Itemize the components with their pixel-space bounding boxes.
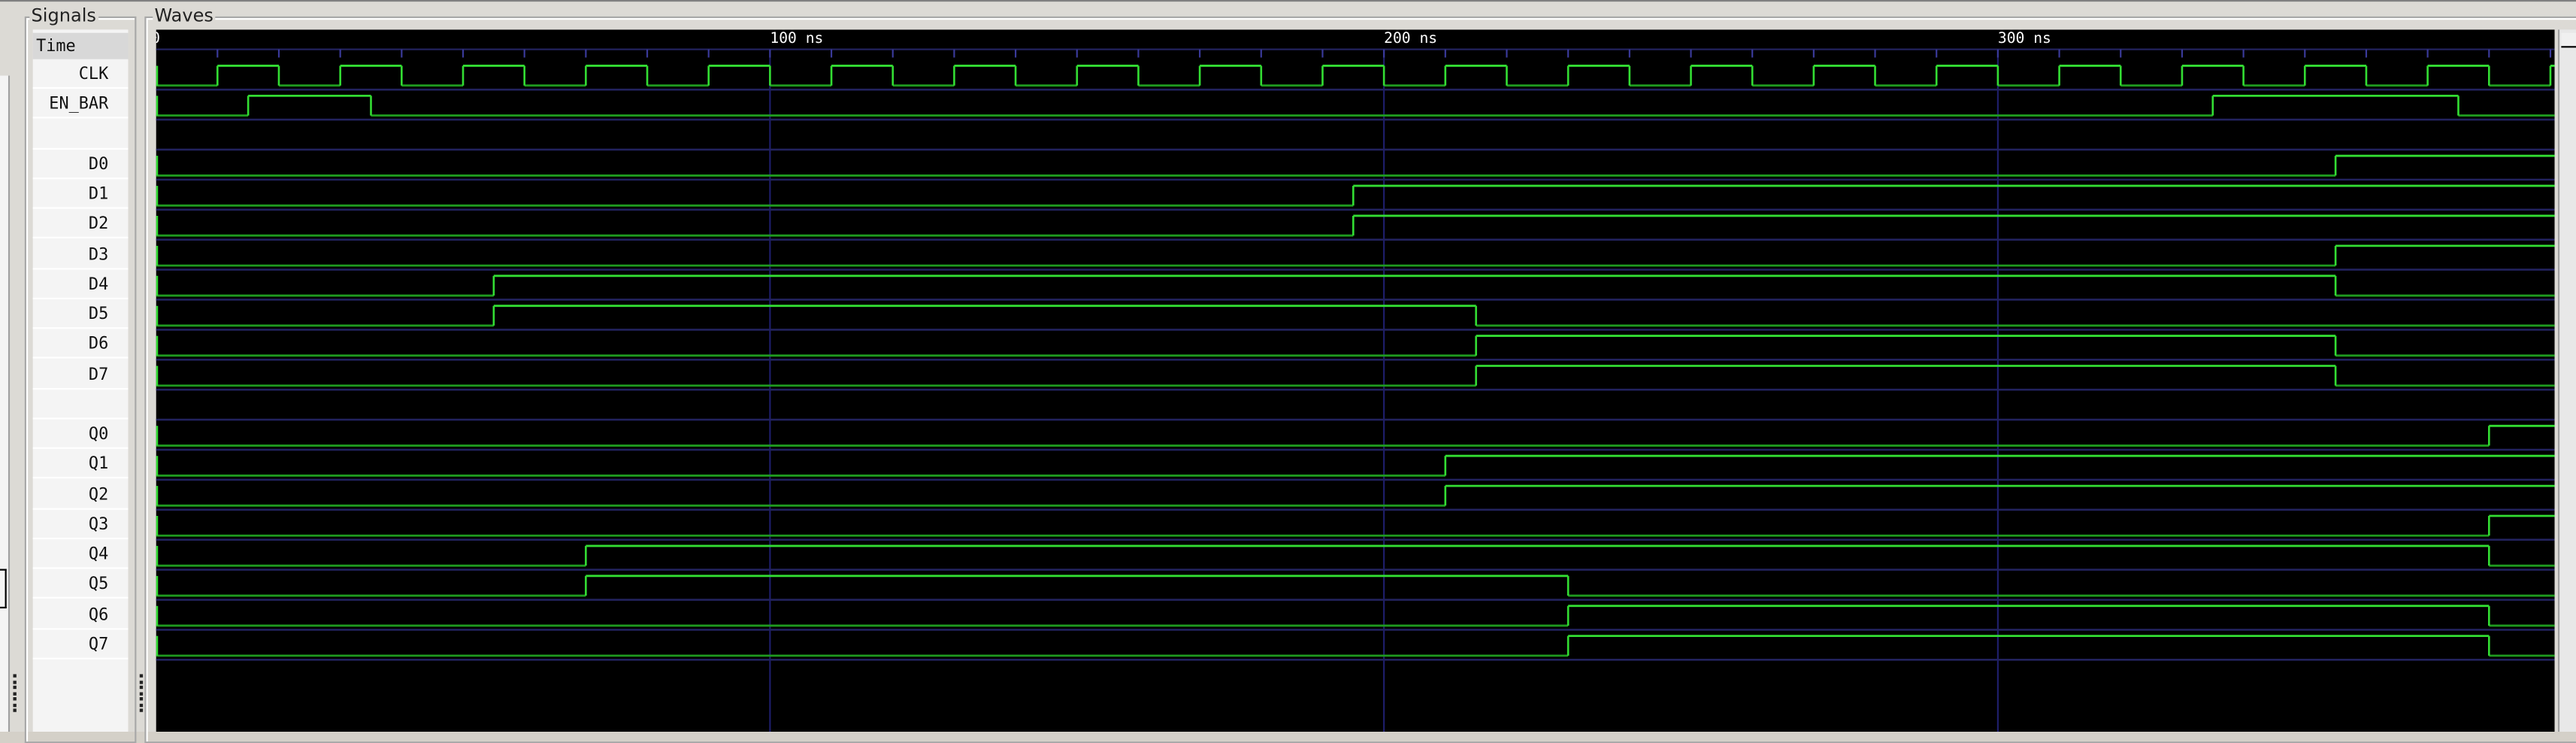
signal-name-q2[interactable]: Q2 <box>32 481 129 509</box>
signal-name-q5[interactable]: Q5 <box>32 571 129 599</box>
signal-name-q7[interactable]: Q7 <box>32 631 129 660</box>
signal-list: Time CLK EN_BAR D0 D1 D2 D3 D4 D5 D6 D7 Q0 Q1 Q2 Q3 Q4… <box>32 29 129 732</box>
signal-name-d5[interactable]: D5 <box>32 301 129 329</box>
signal-spacer[interactable] <box>32 121 129 149</box>
signal-name-q3[interactable]: Q3 <box>32 511 129 539</box>
signal-name-q0[interactable]: Q0 <box>32 421 129 449</box>
signal-name-d1[interactable]: D1 <box>32 181 129 209</box>
signals-title: Signals <box>29 5 98 26</box>
signal-spacer[interactable] <box>32 391 129 420</box>
time-label: 0 <box>156 29 160 46</box>
time-label: 200 ns <box>1384 29 1437 46</box>
signal-name-d7[interactable]: D7 <box>32 361 129 390</box>
left-panel-scroll-handle[interactable] <box>0 569 7 609</box>
left-panel-edge <box>0 75 11 732</box>
window-top-border <box>0 0 2576 2</box>
signal-name-clk[interactable]: CLK <box>32 61 129 89</box>
signal-name-q4[interactable]: Q4 <box>32 541 129 569</box>
signals-waves-splitter-grip[interactable] <box>139 674 144 714</box>
left-splitter-grip[interactable] <box>13 674 17 714</box>
waveform-viewer: Signals Time CLK EN_BAR D0 D1 D2 D3 D4 D5 D6 D7 Q0… <box>0 0 2576 743</box>
signal-name-en_bar[interactable]: EN_BAR <box>32 91 129 119</box>
waveform-canvas[interactable]: 0 100 ns 200 ns 300 ns <box>156 29 2555 732</box>
signal-name-d4[interactable]: D4 <box>32 271 129 299</box>
time-label: 100 ns <box>770 29 823 46</box>
signal-name-d6[interactable]: D6 <box>32 331 129 359</box>
signal-name-d3[interactable]: D3 <box>32 241 129 269</box>
vertical-scrollbar[interactable] <box>2557 29 2576 732</box>
signal-name-q1[interactable]: Q1 <box>32 451 129 479</box>
scrollbar-up-arrow[interactable] <box>2561 32 2576 48</box>
signal-name-q6[interactable]: Q6 <box>32 601 129 629</box>
signal-name-d0[interactable]: D0 <box>32 151 129 179</box>
time-label: 300 ns <box>1998 29 2051 46</box>
waves-title: Waves <box>153 5 216 26</box>
time-header: Time <box>32 32 129 59</box>
signal-name-d2[interactable]: D2 <box>32 211 129 239</box>
